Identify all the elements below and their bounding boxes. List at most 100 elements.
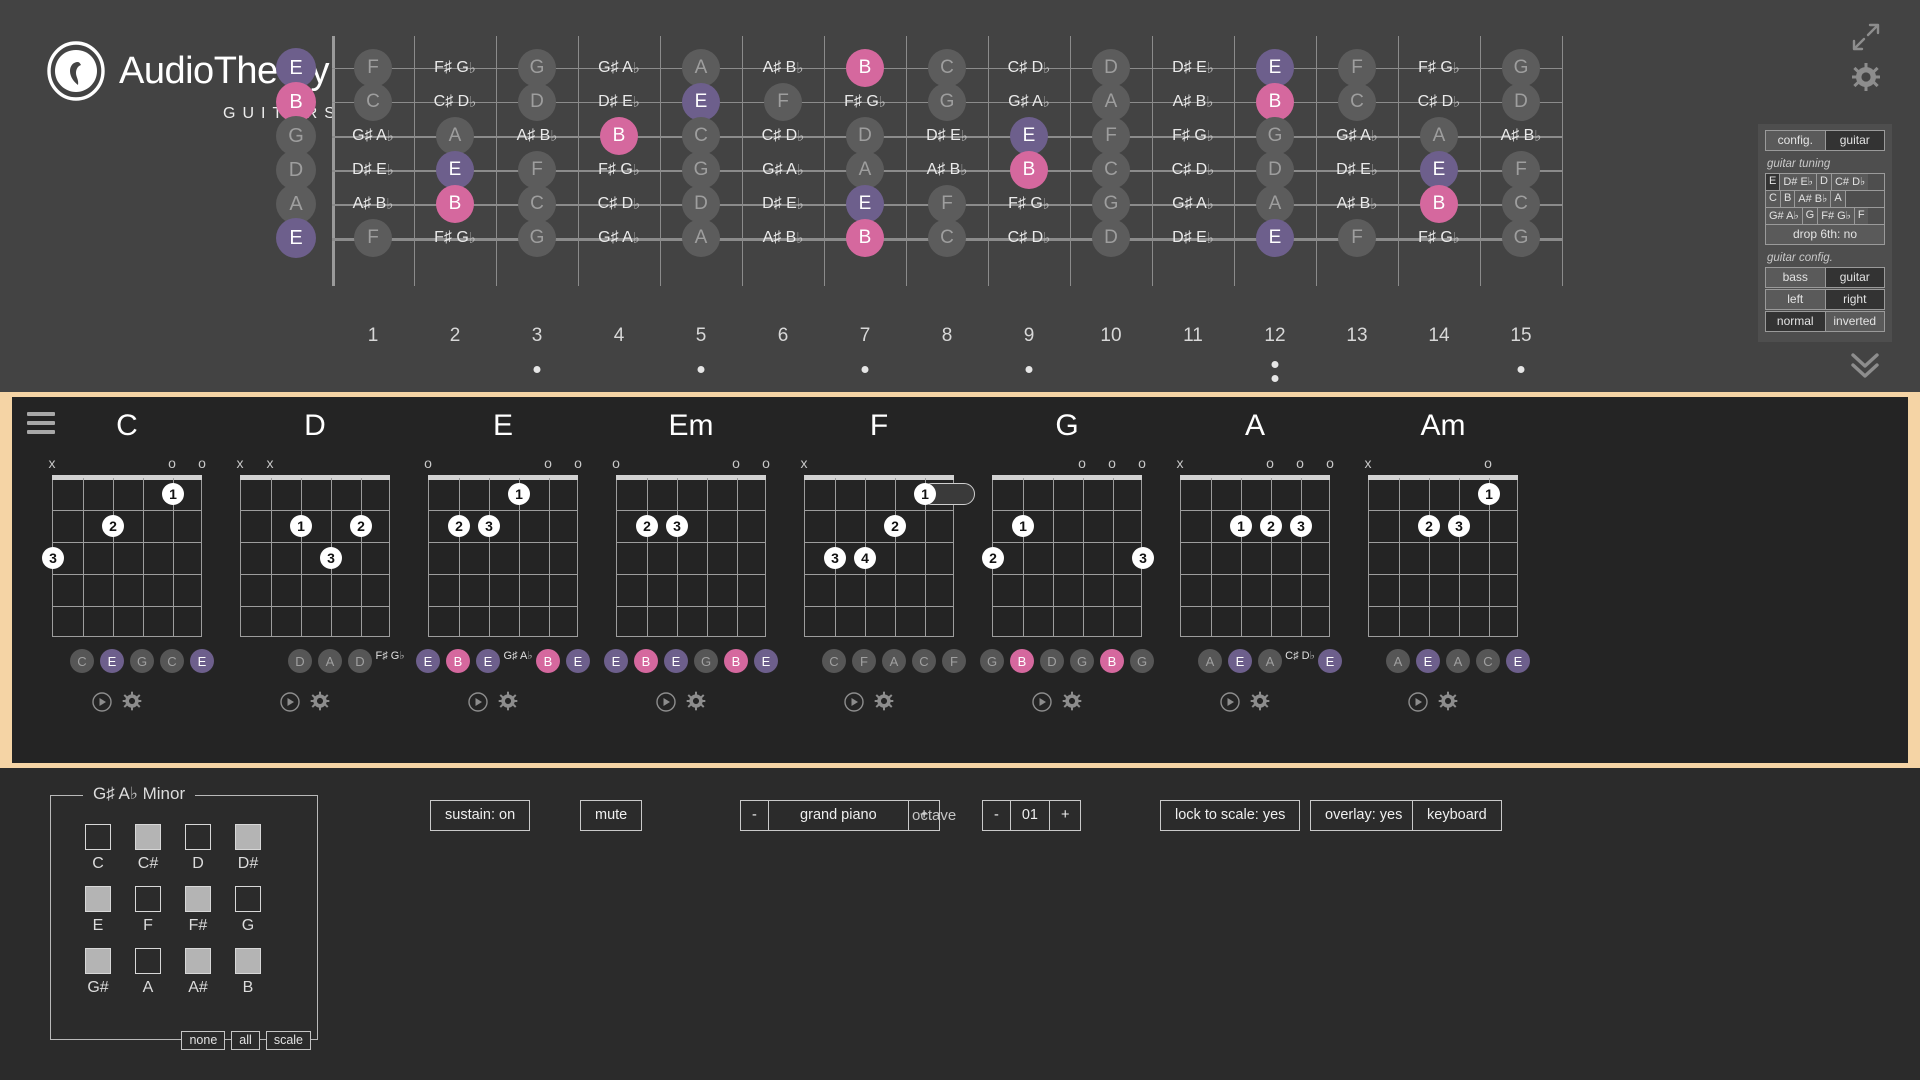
chord-controls xyxy=(32,691,222,721)
scale-note-checkbox[interactable] xyxy=(135,824,161,850)
play-icon[interactable] xyxy=(843,691,865,718)
chord-note: C xyxy=(912,649,936,673)
play-icon[interactable] xyxy=(655,691,677,718)
scale-note-checkbox[interactable] xyxy=(235,886,261,912)
gear-icon[interactable] xyxy=(498,691,518,716)
scale-all-button[interactable]: all xyxy=(231,1031,260,1050)
octave-plus-button[interactable]: + xyxy=(1050,801,1080,830)
scale-note-checkbox[interactable] xyxy=(185,948,211,974)
chord-nut xyxy=(52,475,202,480)
instrument-value: grand piano xyxy=(769,801,909,830)
gear-icon[interactable] xyxy=(1438,691,1458,716)
chord-nut xyxy=(616,475,766,480)
scale-note-cell[interactable]: C xyxy=(73,824,123,873)
scale-note-checkbox[interactable] xyxy=(85,948,111,974)
overlay-label[interactable]: overlay: yes xyxy=(1310,800,1418,831)
chord-diagram[interactable]: 12 34 xyxy=(804,475,975,637)
mute-button[interactable]: mute xyxy=(580,800,643,831)
scale-note-cell[interactable]: D xyxy=(173,824,223,873)
chord-finger-dot: 2 xyxy=(1260,515,1282,537)
chord-diagram[interactable]: 123 xyxy=(42,475,202,637)
scale-note-cell[interactable]: F# xyxy=(173,886,223,935)
gear-icon[interactable] xyxy=(1250,691,1270,716)
play-icon[interactable] xyxy=(1407,691,1429,718)
lock-to-scale-label[interactable]: lock to scale: yes xyxy=(1160,800,1301,831)
chord-note: E xyxy=(476,649,500,673)
gear-icon[interactable] xyxy=(122,691,142,716)
chord-note: B xyxy=(446,649,470,673)
fret-number: 9 xyxy=(1023,325,1035,346)
scale-note-checkbox[interactable] xyxy=(185,886,211,912)
scale-buttons[interactable]: none all scale xyxy=(181,1031,311,1050)
chord-finger-dot: 2 xyxy=(448,515,470,537)
scale-note-checkbox[interactable] xyxy=(235,824,261,850)
chord-name: G xyxy=(1055,409,1079,442)
open-string-marker: o xyxy=(1138,455,1146,471)
fret-marker xyxy=(533,366,541,373)
keyboard-button[interactable]: keyboard xyxy=(1412,800,1502,831)
sustain-button-label[interactable]: sustain: on xyxy=(430,800,531,831)
keyboard-label[interactable]: keyboard xyxy=(1412,800,1502,831)
chord-diagram[interactable]: 123 xyxy=(240,475,390,637)
scale-note-checkbox[interactable] xyxy=(185,824,211,850)
instrument-stepper[interactable]: - grand piano + xyxy=(740,800,941,831)
play-icon[interactable] xyxy=(1031,691,1053,718)
open-string-marker: o xyxy=(762,455,770,471)
scale-note-checkbox[interactable] xyxy=(85,824,111,850)
chord-note-row: AEACE xyxy=(1348,649,1538,679)
chord-diagram[interactable]: 123 xyxy=(1368,475,1518,637)
scale-note-cell[interactable]: G# xyxy=(73,948,123,997)
scale-note-checkbox[interactable] xyxy=(135,948,161,974)
play-icon[interactable] xyxy=(279,691,301,718)
scale-note-cell[interactable]: G xyxy=(223,886,273,935)
chord-note: C♯ D ♭ xyxy=(1285,649,1315,663)
gear-icon[interactable] xyxy=(1062,691,1082,716)
chord-note: G xyxy=(980,649,1004,673)
scale-note-checkbox[interactable] xyxy=(85,886,111,912)
gear-icon[interactable] xyxy=(686,691,706,716)
chord-note: D xyxy=(348,649,372,673)
scale-note-cell[interactable]: E xyxy=(73,886,123,935)
scale-note-cell[interactable]: D# xyxy=(223,824,273,873)
chord-diagram[interactable]: 123 xyxy=(1180,475,1330,637)
scale-note-checkbox[interactable] xyxy=(235,948,261,974)
scale-note-cell[interactable]: B xyxy=(223,948,273,997)
sustain-button[interactable]: sustain: on xyxy=(430,800,531,831)
scale-note-cell[interactable]: A xyxy=(123,948,173,997)
muted-string-marker: x xyxy=(800,455,808,471)
overlay-button[interactable]: overlay: yes xyxy=(1310,800,1418,831)
scale-scale-button[interactable]: scale xyxy=(265,1031,311,1050)
scale-note-checkbox[interactable] xyxy=(135,886,161,912)
play-icon[interactable] xyxy=(1219,691,1241,718)
play-icon[interactable] xyxy=(467,691,489,718)
string-markers: xoo xyxy=(32,455,222,477)
chord-note: C xyxy=(822,649,846,673)
play-icon[interactable] xyxy=(91,691,113,718)
chord-diagram[interactable]: 123 xyxy=(982,475,1154,637)
chord-name: F xyxy=(869,409,889,442)
chord-fret-line xyxy=(241,510,389,511)
scale-note-cell[interactable]: C# xyxy=(123,824,173,873)
chord-diagram[interactable]: 23 xyxy=(616,475,766,637)
scale-note-cell[interactable]: F xyxy=(123,886,173,935)
instrument-minus-button[interactable]: - xyxy=(741,801,769,830)
scale-none-button[interactable]: none xyxy=(181,1031,226,1050)
chord-diagram[interactable]: 123 xyxy=(428,475,578,637)
scale-note-label: F# xyxy=(188,917,208,934)
scale-note-cell[interactable]: A# xyxy=(173,948,223,997)
mute-button-label[interactable]: mute xyxy=(580,800,643,831)
gear-icon[interactable] xyxy=(874,691,894,716)
scale-note-grid[interactable]: C C# D D# E F F# G G# A A# B xyxy=(51,796,317,1039)
octave-minus-button[interactable]: - xyxy=(983,801,1011,830)
chord-controls xyxy=(972,691,1162,721)
chord-finger-dot: 2 xyxy=(884,515,906,537)
octave-stepper[interactable]: - 01 + xyxy=(982,800,1082,831)
fret-number: 7 xyxy=(859,325,871,346)
chord-fret-line xyxy=(1369,574,1517,575)
lock-to-scale-button[interactable]: lock to scale: yes xyxy=(1160,800,1301,831)
chord-fret-line xyxy=(617,510,765,511)
chord-note: E xyxy=(416,649,440,673)
gear-icon[interactable] xyxy=(310,691,330,716)
scale-selector[interactable]: G♯ A♭ Minor C C# D D# E F F# G G# A A# B none all sca… xyxy=(50,784,318,1050)
fret-number: 13 xyxy=(1346,325,1368,346)
